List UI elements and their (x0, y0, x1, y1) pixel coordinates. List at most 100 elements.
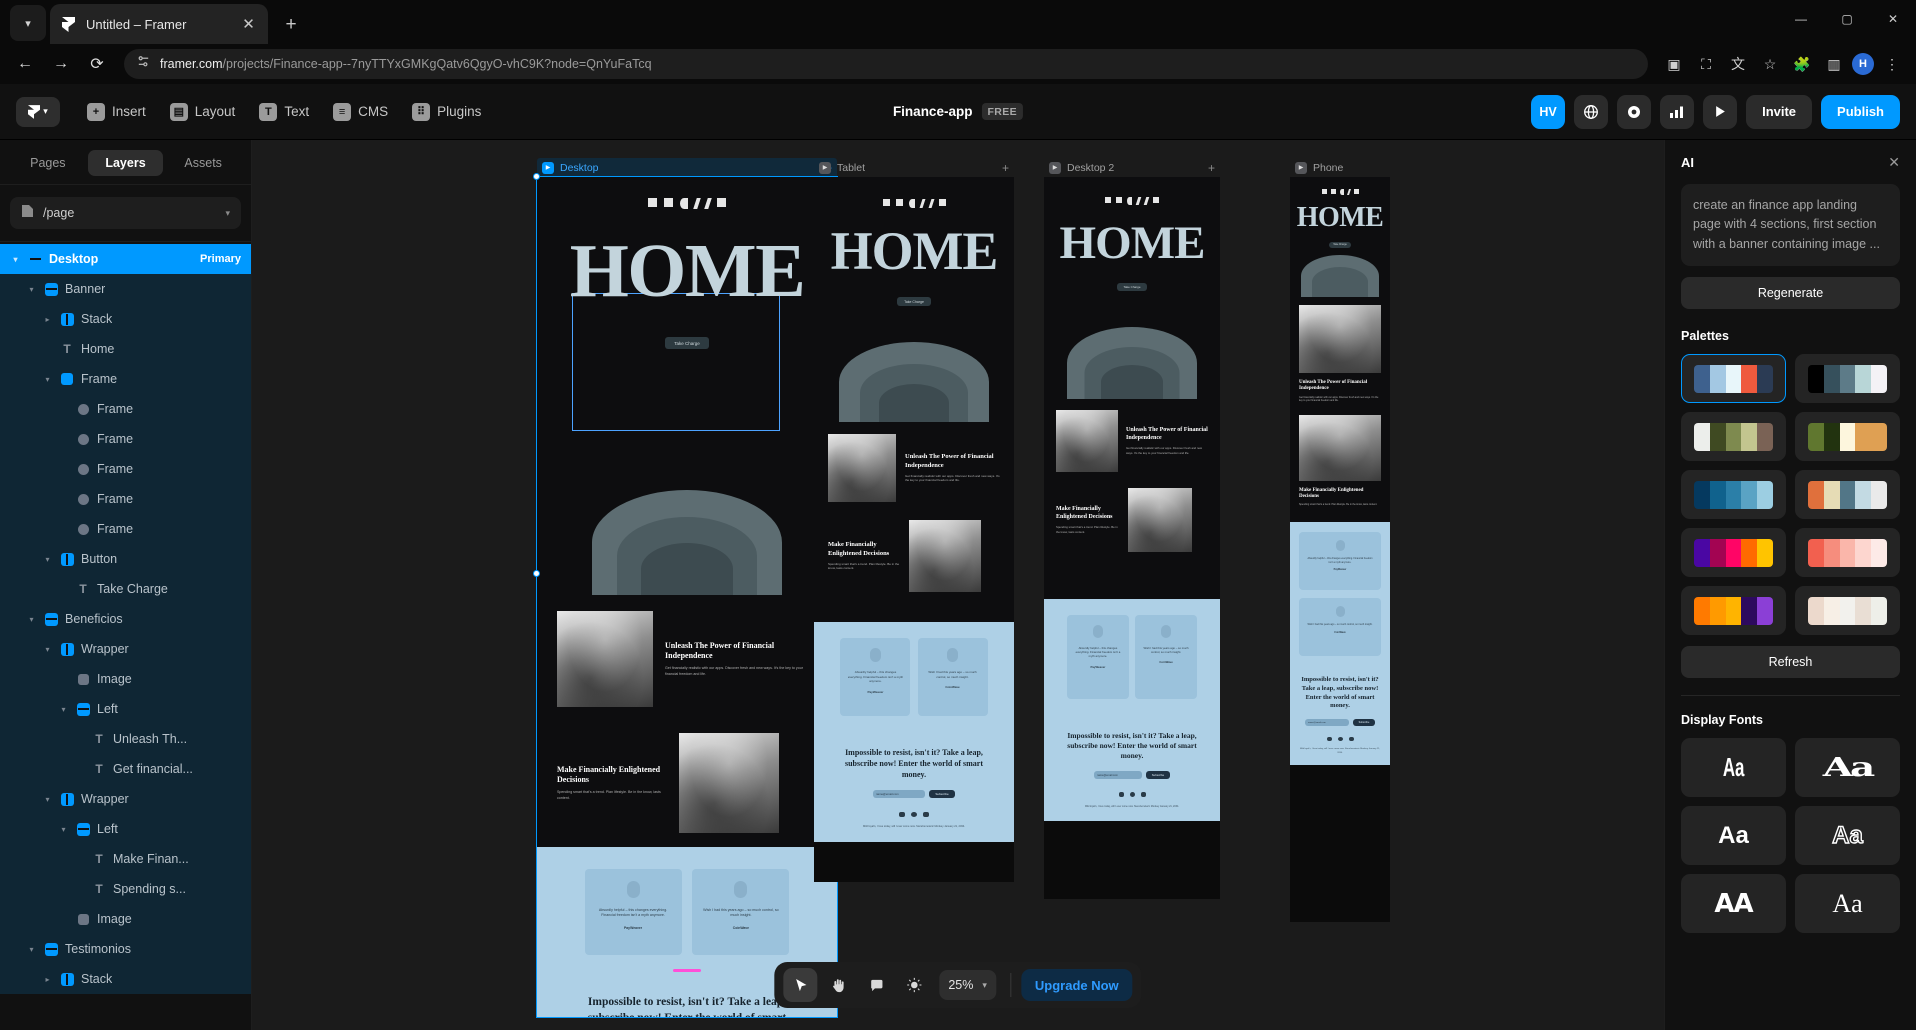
address-bar[interactable]: framer.com/projects/Finance-app--7nyTTYx… (124, 49, 1648, 79)
toolbar-item-cms[interactable]: ≡ CMS (324, 98, 397, 126)
disclosure-caret-icon[interactable]: ▾ (42, 375, 53, 384)
window-minimize-button[interactable]: — (1778, 0, 1824, 38)
site-hero-button[interactable]: Take Charge (1329, 241, 1351, 248)
ai-prompt-text[interactable]: create an finance app landing page with … (1681, 184, 1900, 267)
site-settings-icon[interactable] (136, 54, 151, 74)
resize-handle-left[interactable] (533, 570, 540, 577)
translate-icon[interactable]: 文 (1724, 50, 1752, 78)
cta-subscribe-button[interactable]: Subscribe (929, 790, 955, 799)
cta-email-input[interactable]: name@email.com (1305, 719, 1349, 727)
window-maximize-button[interactable]: ▢ (1824, 0, 1870, 38)
twitter-icon[interactable] (1326, 737, 1332, 742)
font-option-4[interactable]: Aa (1795, 806, 1900, 866)
invite-button[interactable]: Invite (1746, 94, 1813, 129)
profile-avatar[interactable]: H (1852, 53, 1874, 75)
layer-row-frame[interactable]: Frame (0, 514, 251, 544)
layer-row-button[interactable]: ▾ Button (0, 544, 251, 574)
instagram-icon[interactable] (911, 812, 917, 818)
disclosure-caret-icon[interactable]: ▾ (58, 705, 69, 714)
close-icon[interactable]: ✕ (1888, 154, 1900, 171)
publish-button[interactable]: Publish (1821, 94, 1900, 129)
comment-tool[interactable] (859, 968, 893, 1002)
layer-row-left[interactable]: ▾ Left (0, 694, 251, 724)
layer-row-image[interactable]: Image (0, 664, 251, 694)
cast-icon[interactable]: ⛶ (1692, 50, 1720, 78)
palette-option-6[interactable] (1795, 470, 1900, 520)
toolbar-item-plugins[interactable]: ⠿ Plugins (403, 98, 490, 126)
layer-row-testimonios[interactable]: ▾ Testimonios (0, 934, 251, 964)
artboard-desktop-2[interactable]: ▶ Desktop 2 + HOME Take Charge Unleash T… (1044, 158, 1220, 899)
tab-search-chevron-icon[interactable]: ▾ (10, 5, 46, 41)
palette-option-3[interactable] (1681, 412, 1786, 462)
resize-handle-tl[interactable] (533, 173, 540, 180)
artboard-label-tablet[interactable]: ▶ Tablet + (814, 158, 1014, 177)
twitter-icon[interactable] (1118, 792, 1124, 798)
facebook-icon[interactable] (1348, 737, 1354, 742)
layer-row-beneficios[interactable]: ▾ Beneficios (0, 604, 251, 634)
tab-assets[interactable]: Assets (165, 150, 241, 176)
font-option-6[interactable]: Aa (1795, 874, 1900, 934)
artboard-phone[interactable]: ▶ Phone HOME Take Charge Unleash The Pow… (1290, 158, 1390, 922)
regenerate-button[interactable]: Regenerate (1681, 277, 1900, 310)
layer-row-stack[interactable]: ▸ Stack (0, 964, 251, 994)
font-option-2[interactable]: Aa (1795, 738, 1900, 798)
artboard-desktop[interactable]: ▶ Desktop + (533, 158, 841, 1018)
layer-row-desktop[interactable]: ▾ Desktop Primary (0, 244, 251, 274)
facebook-icon[interactable] (1140, 792, 1146, 798)
browser-tab[interactable]: Untitled – Framer ✕ (50, 4, 268, 44)
bookmark-star-icon[interactable]: ☆ (1756, 50, 1784, 78)
font-option-1[interactable]: Aa (1681, 738, 1786, 798)
page-selector[interactable]: /page ▾ (10, 197, 241, 229)
layer-row-frame[interactable]: Frame (0, 424, 251, 454)
font-option-3[interactable]: Aa (1681, 806, 1786, 866)
tab-pages[interactable]: Pages (10, 150, 86, 176)
theme-tool[interactable] (897, 968, 931, 1002)
add-breakpoint-icon[interactable]: + (1002, 161, 1009, 175)
layer-row-home[interactable]: T Home (0, 334, 251, 364)
palette-option-8[interactable] (1795, 528, 1900, 578)
cta-subscribe-button[interactable]: Subscribe (1146, 771, 1170, 780)
disclosure-caret-icon[interactable]: ▾ (58, 825, 69, 834)
artboard-label-desktop[interactable]: ▶ Desktop + (537, 158, 837, 177)
toolbar-item-insert[interactable]: + Insert (78, 98, 155, 126)
refresh-button[interactable]: Refresh (1681, 646, 1900, 679)
artboard-tablet[interactable]: ▶ Tablet + HOME Take Charge Unleash The … (814, 158, 1014, 882)
palette-option-7[interactable] (1681, 528, 1786, 578)
add-breakpoint-icon[interactable]: + (1208, 161, 1215, 175)
layer-row-make-finan[interactable]: T Make Finan... (0, 844, 251, 874)
toolbar-item-layout[interactable]: ▤ Layout (161, 98, 245, 126)
layer-row-frame[interactable]: Frame (0, 484, 251, 514)
tab-layers[interactable]: Layers (87, 150, 164, 176)
site-hero-button[interactable]: Take Charge (897, 297, 931, 307)
palette-option-5[interactable] (1681, 470, 1786, 520)
font-option-5[interactable]: AA (1681, 874, 1786, 934)
site-hero-button[interactable]: Take Charge (1117, 282, 1147, 291)
layer-row-take-charge[interactable]: T Take Charge (0, 574, 251, 604)
instagram-icon[interactable] (1337, 737, 1343, 742)
back-icon[interactable]: ← (10, 49, 40, 79)
layer-row-frame[interactable]: Frame (0, 394, 251, 424)
site-hero-button[interactable]: Take Charge (665, 337, 709, 350)
palette-option-9[interactable] (1681, 586, 1786, 636)
layer-row-left[interactable]: ▾ Left (0, 814, 251, 844)
layer-row-image[interactable]: Image (0, 904, 251, 934)
hand-tool[interactable] (821, 968, 855, 1002)
chrome-menu-icon[interactable]: ⋮ (1878, 50, 1906, 78)
extensions-icon[interactable]: 🧩 (1788, 50, 1816, 78)
framer-logo-menu-button[interactable]: ▾ (16, 96, 60, 127)
instagram-icon[interactable] (1129, 792, 1135, 798)
cta-email-input[interactable]: name@email.com (1094, 771, 1142, 780)
tab-close-icon[interactable]: ✕ (239, 15, 258, 34)
preview-play-icon[interactable] (1703, 94, 1738, 129)
collaborator-avatar[interactable]: HV (1531, 94, 1566, 129)
analytics-icon[interactable] (1660, 94, 1695, 129)
screen-share-icon[interactable]: ▣ (1660, 50, 1688, 78)
reload-icon[interactable]: ⟳ (82, 49, 112, 79)
disclosure-caret-icon[interactable]: ▾ (42, 555, 53, 564)
globe-icon[interactable] (1574, 94, 1609, 129)
layer-row-stack[interactable]: ▸ Stack (0, 304, 251, 334)
cta-email-input[interactable]: name@email.com (873, 790, 925, 799)
layer-row-banner[interactable]: ▾ Banner (0, 274, 251, 304)
toolbar-item-text[interactable]: T Text (250, 98, 318, 126)
palette-option-1[interactable] (1681, 354, 1786, 404)
